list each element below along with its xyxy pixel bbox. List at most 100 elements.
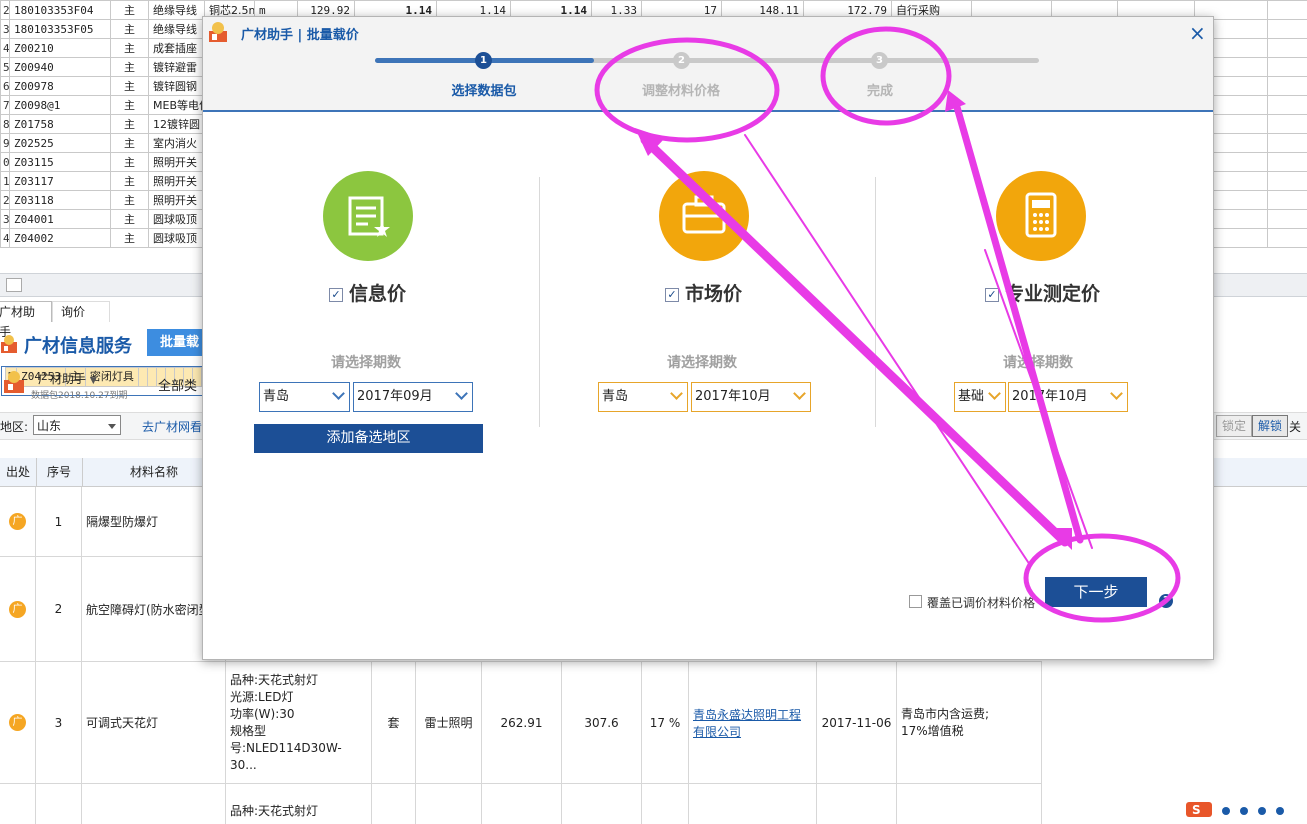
region-select-value: 山东 bbox=[37, 419, 61, 433]
chevron-down-icon bbox=[988, 387, 1001, 400]
svg-text:S: S bbox=[1192, 803, 1201, 817]
price-incl-tax-cell bbox=[562, 784, 642, 824]
grid-cell: 180103353F05 bbox=[10, 20, 111, 39]
grid-cell: Z00210 bbox=[10, 39, 111, 58]
grid-cell: 0 bbox=[1268, 172, 1307, 191]
info-price-region-select[interactable]: 青岛 bbox=[259, 382, 350, 412]
grid-cell: 0 bbox=[1, 153, 10, 172]
market-price-month-select[interactable]: 2017年10月 bbox=[691, 382, 811, 412]
info-price-month-select[interactable]: 2017年09月 bbox=[353, 382, 473, 412]
grid-cell: 镀锌圆钢 bbox=[149, 77, 205, 96]
guangcai-source-icon: 广 bbox=[9, 714, 26, 731]
grid-cell: 绝缘导线 bbox=[149, 1, 205, 20]
step-1-dot: 1 bbox=[475, 52, 492, 69]
info-price-month-value: 2017年09月 bbox=[357, 389, 433, 404]
grid-cell: 0 bbox=[1268, 210, 1307, 229]
info-price-region-value: 青岛 bbox=[263, 389, 289, 404]
seq-cell bbox=[36, 784, 82, 824]
grid-cell: 2 bbox=[1, 191, 10, 210]
professional-price-option[interactable]: ✓专业测定价 bbox=[985, 279, 1100, 306]
grid-cell: 0 bbox=[1268, 115, 1307, 134]
grid-cell: 主 bbox=[111, 20, 149, 39]
dialog-header: 广材助手 | 批量载价 × 1 2 3 选择数据包 调整材料价格 完成 bbox=[203, 17, 1213, 112]
region-select[interactable]: 山东 bbox=[33, 415, 121, 435]
unit-cell: 套 bbox=[372, 662, 416, 783]
grid-cell: 成套插座 bbox=[149, 39, 205, 58]
info-price-option[interactable]: ✓信息价 bbox=[329, 279, 406, 306]
unit-cell bbox=[372, 784, 416, 824]
step-1-label: 选择数据包 bbox=[424, 80, 544, 99]
grid-cell: 圆球吸顶 bbox=[149, 229, 205, 248]
info-price-period-label: 请选择期数 bbox=[331, 352, 401, 372]
table-row[interactable]: 品种:天花式射灯 bbox=[0, 784, 1042, 824]
market-price-region-value: 青岛 bbox=[602, 389, 628, 404]
market-price-option[interactable]: ✓市场价 bbox=[665, 279, 742, 306]
goto-guangcai-link[interactable]: 去广材网看 bbox=[142, 418, 202, 435]
close-label[interactable]: 关 bbox=[1289, 418, 1301, 435]
market-price-region-select[interactable]: 青岛 bbox=[598, 382, 688, 412]
grid-cell: 0 bbox=[1268, 153, 1307, 172]
region-label: 地区: bbox=[0, 418, 28, 435]
table-row[interactable]: 广 3 可调式天花灯 品种:天花式射灯 光源:LED灯 功率(W):30 规格型… bbox=[0, 662, 1042, 784]
tab-guangcai-assistant[interactable]: 广材助手 bbox=[0, 301, 52, 322]
close-icon[interactable]: × bbox=[1189, 23, 1206, 43]
grid-cell: 0 bbox=[1268, 191, 1307, 210]
current-user-menu[interactable]: 广材助手 ▼ bbox=[38, 370, 97, 387]
market-price-checkbox[interactable]: ✓ bbox=[665, 288, 679, 302]
grid-cell: 3 bbox=[1, 20, 10, 39]
grid-cell bbox=[147, 367, 156, 386]
guangcai-source-icon: 广 bbox=[9, 601, 26, 618]
grid-cell: Z00940 bbox=[10, 58, 111, 77]
grid-cell: 主 bbox=[111, 210, 149, 229]
tab-inquiry[interactable]: 询价 bbox=[52, 301, 110, 322]
info-price-circle bbox=[323, 171, 413, 261]
chevron-down-icon bbox=[670, 387, 683, 400]
grid-cell: 0 bbox=[1268, 96, 1307, 115]
overwrite-label: 覆盖已调价材料价格 bbox=[927, 596, 1035, 610]
grid-cell: 主 bbox=[111, 58, 149, 77]
grid-cell: 主 bbox=[111, 39, 149, 58]
grid-cell: 3 bbox=[1, 210, 10, 229]
seq-cell: 1 bbox=[36, 487, 82, 556]
material-name-cell: 可调式天花灯 bbox=[82, 662, 226, 783]
overwrite-adjusted-option[interactable]: 覆盖已调价材料价格 bbox=[909, 594, 1035, 611]
all-category-filter[interactable]: 全部类 bbox=[158, 375, 197, 394]
lock-button[interactable]: 锁定 bbox=[1216, 415, 1252, 437]
professional-price-checkbox[interactable]: ✓ bbox=[985, 288, 999, 302]
grid-cell: Z03118 bbox=[10, 191, 111, 210]
grid-cell: 1 bbox=[1, 172, 10, 191]
grid-cell: 12镀锌圆 bbox=[149, 115, 205, 134]
grid-cell: 主 bbox=[111, 115, 149, 134]
info-price-checkbox[interactable]: ✓ bbox=[329, 288, 343, 302]
grid-cell: 主 bbox=[111, 191, 149, 210]
supplier-link[interactable]: 青岛永盛达照明工程有限公司 bbox=[693, 706, 812, 740]
add-alternate-region-button[interactable]: 添加备选地区 bbox=[254, 424, 483, 453]
supplier-cell: 青岛永盛达照明工程有限公司 bbox=[689, 662, 817, 783]
grid-cell: 主 bbox=[111, 1, 149, 20]
next-step-button[interactable]: 下一步 bbox=[1045, 577, 1147, 607]
professional-price-circle bbox=[996, 171, 1086, 261]
tax-rate-cell bbox=[642, 784, 689, 824]
grid-cell: Z03117 bbox=[10, 172, 111, 191]
overwrite-checkbox[interactable] bbox=[909, 595, 922, 608]
grid-cell: 室内消火 bbox=[149, 134, 205, 153]
grid-cell: 2 bbox=[1, 1, 10, 20]
dropdown-arrow-icon bbox=[108, 424, 116, 429]
calculator-icon bbox=[996, 171, 1086, 261]
grid-cell: 主 bbox=[111, 153, 149, 172]
professional-price-month-select[interactable]: 2017年10月 bbox=[1008, 382, 1128, 412]
grid-cell: 0 bbox=[1268, 134, 1307, 153]
professional-price-region-select[interactable]: 基础 bbox=[954, 382, 1006, 412]
grid-cell: 绝缘导线 bbox=[149, 20, 205, 39]
guangcai-logo-icon bbox=[0, 334, 18, 354]
ime-toolbar[interactable]: S bbox=[1186, 800, 1307, 817]
grid-cell: Z04002 bbox=[10, 229, 111, 248]
help-icon[interactable]: ? bbox=[1159, 594, 1173, 608]
source-cell bbox=[0, 784, 36, 824]
step-2-dot: 2 bbox=[673, 52, 690, 69]
unlock-button[interactable]: 解锁 bbox=[1252, 415, 1288, 437]
scrollbar-thumb[interactable] bbox=[6, 278, 22, 292]
source-cell: 广 bbox=[0, 487, 36, 556]
grid-cell: 0 bbox=[1268, 39, 1307, 58]
grid-cell: 照明开关 bbox=[149, 153, 205, 172]
